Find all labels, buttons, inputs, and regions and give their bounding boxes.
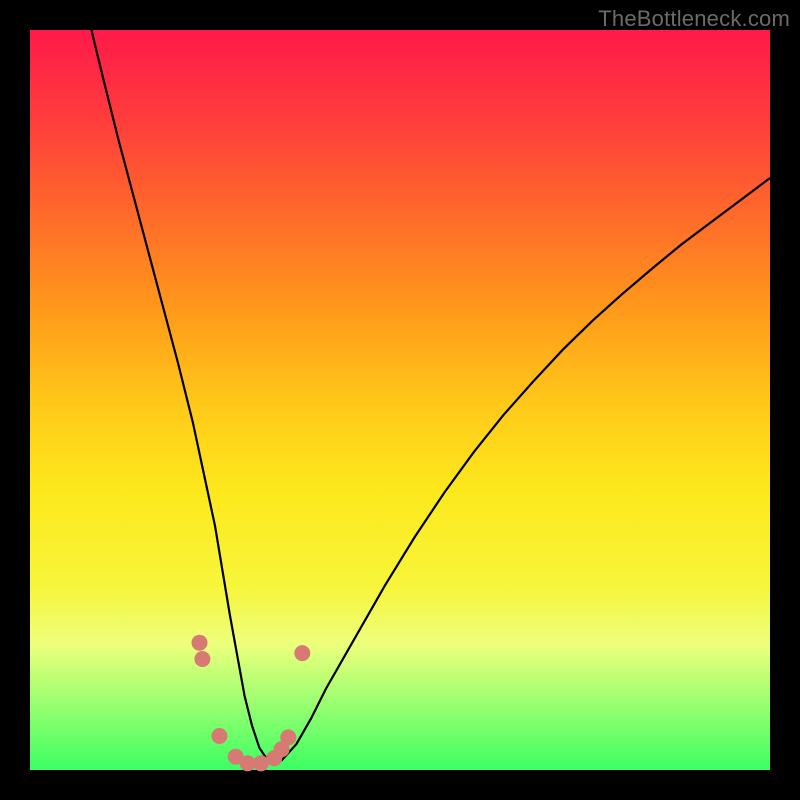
- marker-dot: [192, 635, 208, 651]
- marker-dot: [211, 728, 227, 744]
- bottleneck-curve: [91, 30, 770, 763]
- marker-dots: [192, 635, 311, 772]
- watermark: TheBottleneck.com: [598, 6, 790, 32]
- marker-dot: [194, 651, 210, 667]
- chart-frame: TheBottleneck.com: [0, 0, 800, 800]
- marker-dot: [294, 645, 310, 661]
- marker-dot: [280, 729, 296, 745]
- chart-svg: [30, 30, 770, 770]
